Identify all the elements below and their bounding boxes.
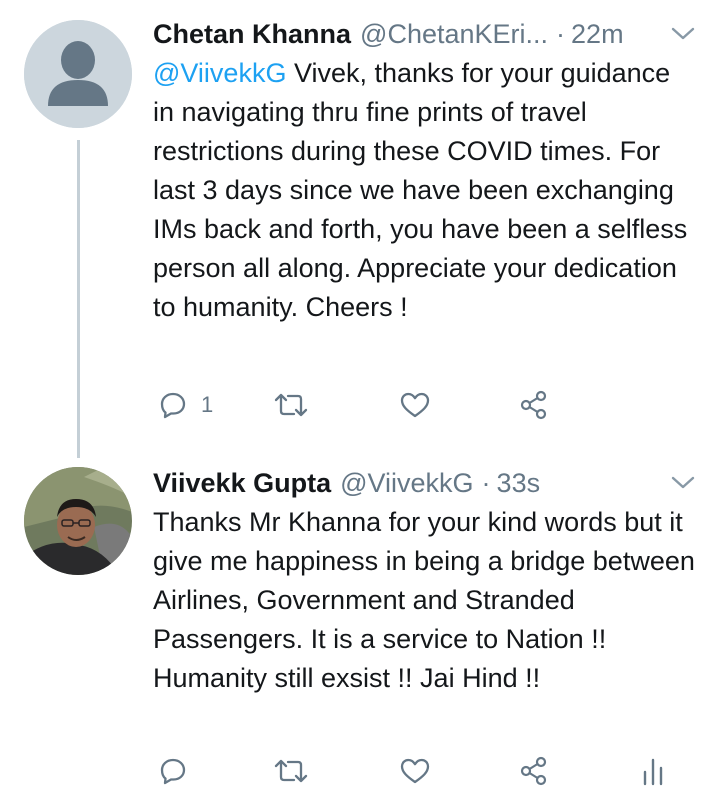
share-button[interactable] (519, 385, 549, 425)
retweet-icon (274, 759, 308, 783)
timestamp[interactable]: 33s (497, 468, 541, 499)
reply-icon (160, 758, 186, 785)
tweet-text: @ViivekkG Vivek, thanks for your guidanc… (153, 54, 698, 327)
separator-dot: · (481, 467, 491, 498)
author-handle[interactable]: @ViivekkG (340, 468, 473, 499)
reply-button[interactable] (159, 751, 187, 791)
thread-connector-line (77, 140, 80, 458)
reply-button[interactable]: 1 (159, 385, 213, 425)
tweet-actions: 1 (153, 385, 698, 425)
reply-count: 1 (201, 392, 214, 417)
author-name[interactable]: Viivekk Gupta (153, 468, 331, 499)
reply-icon (160, 392, 186, 419)
separator-dot: · (556, 18, 566, 49)
retweet-icon (274, 393, 308, 417)
like-button[interactable] (399, 385, 431, 425)
avatar-photo[interactable] (24, 467, 132, 575)
default-profile-icon (24, 20, 132, 128)
profile-photo-icon (24, 467, 132, 575)
retweet-button[interactable] (273, 751, 309, 791)
retweet-button[interactable] (273, 385, 309, 425)
share-icon (520, 756, 547, 786)
analytics-button[interactable] (641, 751, 665, 791)
tweet-header: Viivekk Gupta @ViivekkG · 33s (153, 463, 698, 503)
like-button[interactable] (399, 751, 431, 791)
timestamp[interactable]: 22m (571, 19, 624, 50)
chevron-down-icon[interactable] (670, 24, 696, 44)
author-handle[interactable]: @ChetanKEri... (360, 19, 548, 50)
like-icon (400, 758, 430, 784)
share-icon (520, 390, 547, 420)
tweet-body: Vivek, thanks for your guidance in navig… (153, 58, 688, 322)
avatar-default[interactable] (24, 20, 132, 128)
analytics-icon (643, 758, 663, 786)
share-button[interactable] (519, 751, 549, 791)
chevron-down-icon[interactable] (670, 473, 696, 493)
like-icon (400, 392, 430, 418)
author-name[interactable]: Chetan Khanna (153, 19, 351, 50)
tweet-actions (153, 751, 698, 791)
tweet-header: Chetan Khanna @ChetanKEri... · 22m (153, 14, 698, 54)
tweet-text: Thanks Mr Khanna for your kind words but… (153, 507, 695, 693)
mention-link[interactable]: @ViivekkG (153, 58, 286, 88)
